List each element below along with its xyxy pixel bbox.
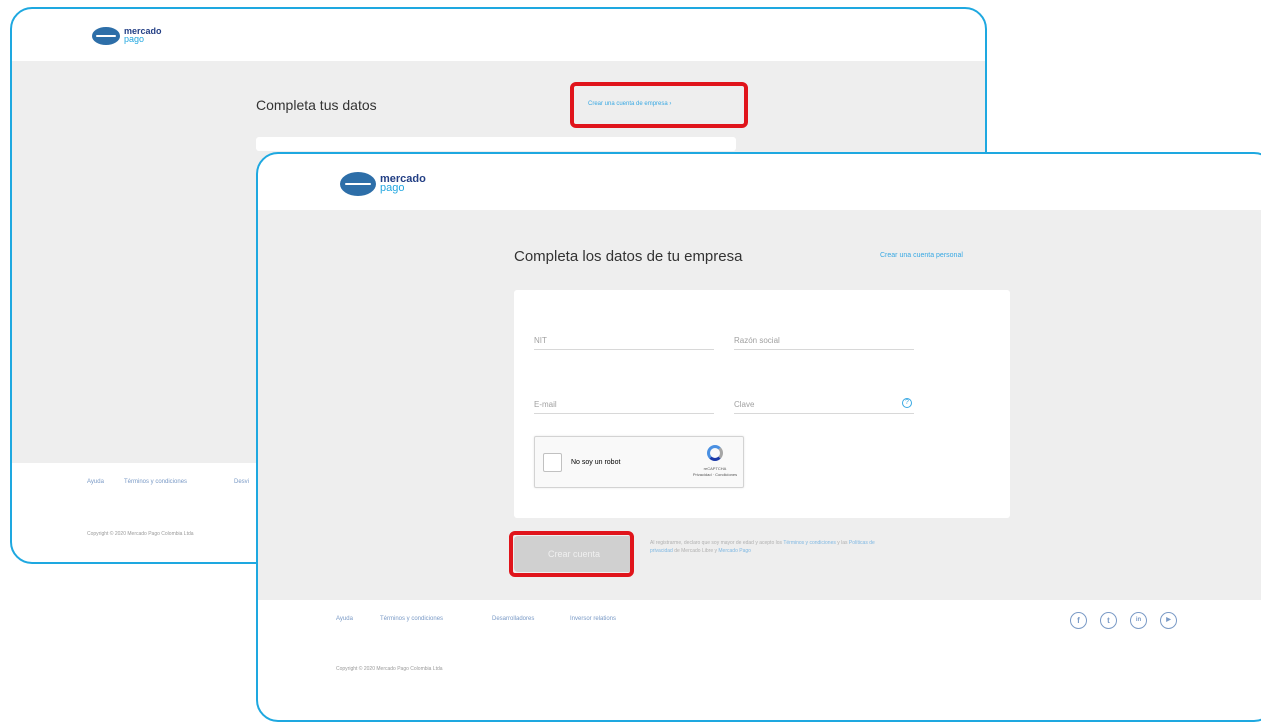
form-card: NIT Razón social E-mail Clave ? No soy u…: [514, 290, 1010, 518]
page-title: Completa tus datos: [256, 97, 377, 113]
youtube-icon[interactable]: ▶: [1160, 612, 1177, 629]
legal-mid2: de Mercado Libre y: [674, 547, 717, 554]
password-help-icon[interactable]: ?: [902, 398, 912, 408]
legal-text: Al registrarme, declaro que soy mayor de…: [650, 540, 890, 555]
linkedin-icon[interactable]: in: [1130, 612, 1147, 629]
legal-mid: y las: [837, 540, 848, 546]
recaptcha-widget: No soy un robot reCAPTCHA Privacidad · C…: [534, 436, 744, 488]
footer-link-terms[interactable]: Términos y condiciones: [380, 616, 443, 622]
terms-link[interactable]: Términos y condiciones: [783, 540, 836, 546]
footer-link-developers[interactable]: Desvi: [234, 479, 249, 485]
email-input[interactable]: E-mail: [534, 400, 714, 414]
footer-link-terms[interactable]: Términos y condiciones: [124, 479, 187, 485]
business-account-screen: mercado pago Completa los datos de tu em…: [256, 152, 1261, 722]
create-personal-account-link[interactable]: Crear una cuenta personal: [880, 252, 963, 259]
footer-link-help[interactable]: Ayuda: [87, 479, 104, 485]
mercado-pago-logo[interactable]: mercado pago: [340, 172, 426, 196]
mercado-pago-link[interactable]: Mercado Pago: [718, 548, 751, 554]
highlight-business-link: [570, 82, 748, 128]
logo-sub: pago: [124, 34, 145, 44]
footer-link-developers[interactable]: Desarrolladores: [492, 616, 534, 622]
footer-link-help[interactable]: Ayuda: [336, 616, 353, 622]
recaptcha-logo-icon: [707, 445, 723, 461]
password-input[interactable]: Clave: [734, 400, 914, 414]
twitter-icon[interactable]: t: [1100, 612, 1117, 629]
recaptcha-label: No soy un robot: [571, 459, 621, 466]
copyright-text: Copyright © 2020 Mercado Pago Colombia L…: [87, 531, 194, 537]
logo-sub: pago: [380, 182, 405, 194]
form-card: [256, 137, 736, 151]
legal-pre: Al registrarme, declaro que soy mayor de…: [650, 540, 783, 546]
highlight-create-button: [509, 531, 634, 577]
company-name-input[interactable]: Razón social: [734, 336, 914, 350]
facebook-icon[interactable]: f: [1070, 612, 1087, 629]
recaptcha-checkbox[interactable]: [543, 453, 562, 472]
footer-link-investors[interactable]: Inversor relations: [570, 616, 616, 622]
copyright-text: Copyright © 2020 Mercado Pago Colombia L…: [336, 666, 443, 672]
recaptcha-terms[interactable]: Privacidad · Condiciones: [685, 472, 745, 478]
nit-input[interactable]: NIT: [534, 336, 714, 350]
page-title: Completa los datos de tu empresa: [514, 248, 743, 265]
mercado-pago-logo[interactable]: mercado pago: [92, 27, 162, 45]
handshake-icon: [340, 172, 376, 196]
handshake-icon: [92, 27, 120, 45]
